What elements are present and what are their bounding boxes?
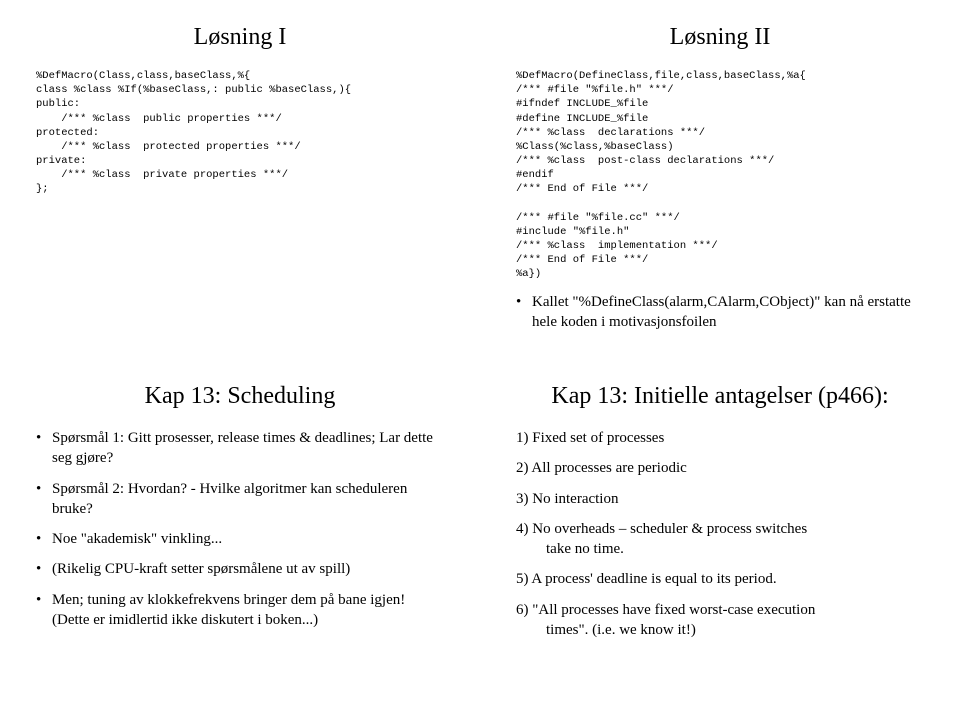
- item-text: 6) "All processes have fixed worst-case …: [516, 602, 815, 618]
- item-text: 3) No interaction: [516, 491, 618, 507]
- slide-3-bullets: Spørsmål 1: Gitt prosesser, release time…: [36, 428, 444, 630]
- item-hang: take no time.: [516, 539, 924, 559]
- slide-1-code: %DefMacro(Class,class,baseClass,%{ class…: [36, 69, 444, 197]
- slide-grid: Løsning I %DefMacro(Class,class,baseClas…: [0, 0, 960, 718]
- item-text: 4) No overheads – scheduler & process sw…: [516, 521, 807, 537]
- slide-3: Kap 13: Scheduling Spørsmål 1: Gitt pros…: [0, 359, 480, 718]
- slide-4-title: Kap 13: Initielle antagelser (p466):: [516, 383, 924, 410]
- list-item: Men; tuning av klokkefrekvens bringer de…: [36, 590, 444, 631]
- slide-1: Løsning I %DefMacro(Class,class,baseClas…: [0, 0, 480, 359]
- slide-4: Kap 13: Initielle antagelser (p466): 1) …: [480, 359, 960, 718]
- slide-3-title: Kap 13: Scheduling: [36, 383, 444, 410]
- slide-2-title: Løsning II: [516, 24, 924, 51]
- list-item: 3) No interaction: [516, 489, 924, 509]
- item-hang: times". (i.e. we know it!): [516, 620, 924, 640]
- slide-4-list: 1) Fixed set of processes 2) All process…: [516, 428, 924, 640]
- list-item: Spørsmål 2: Hvordan? - Hvilke algoritmer…: [36, 479, 444, 520]
- slide-1-title: Løsning I: [36, 24, 444, 51]
- slide-2-bullets: Kallet "%DefineClass(alarm,CAlarm,CObjec…: [516, 292, 924, 333]
- list-item: 4) No overheads – scheduler & process sw…: [516, 519, 924, 560]
- list-item: 6) "All processes have fixed worst-case …: [516, 600, 924, 641]
- list-item: Noe "akademisk" vinkling...: [36, 529, 444, 549]
- slide-2-bullet-1: Kallet "%DefineClass(alarm,CAlarm,CObjec…: [516, 292, 924, 333]
- slide-2-code: %DefMacro(DefineClass,file,class,baseCla…: [516, 69, 924, 282]
- list-item: Spørsmål 1: Gitt prosesser, release time…: [36, 428, 444, 469]
- item-text: 5) A process' deadline is equal to its p…: [516, 571, 777, 587]
- list-item: 5) A process' deadline is equal to its p…: [516, 569, 924, 589]
- item-text: 2) All processes are periodic: [516, 460, 687, 476]
- list-item: (Rikelig CPU-kraft setter spørsmålene ut…: [36, 559, 444, 579]
- list-item: 1) Fixed set of processes: [516, 428, 924, 448]
- list-item: 2) All processes are periodic: [516, 458, 924, 478]
- item-text: 1) Fixed set of processes: [516, 430, 664, 446]
- slide-2: Løsning II %DefMacro(DefineClass,file,cl…: [480, 0, 960, 359]
